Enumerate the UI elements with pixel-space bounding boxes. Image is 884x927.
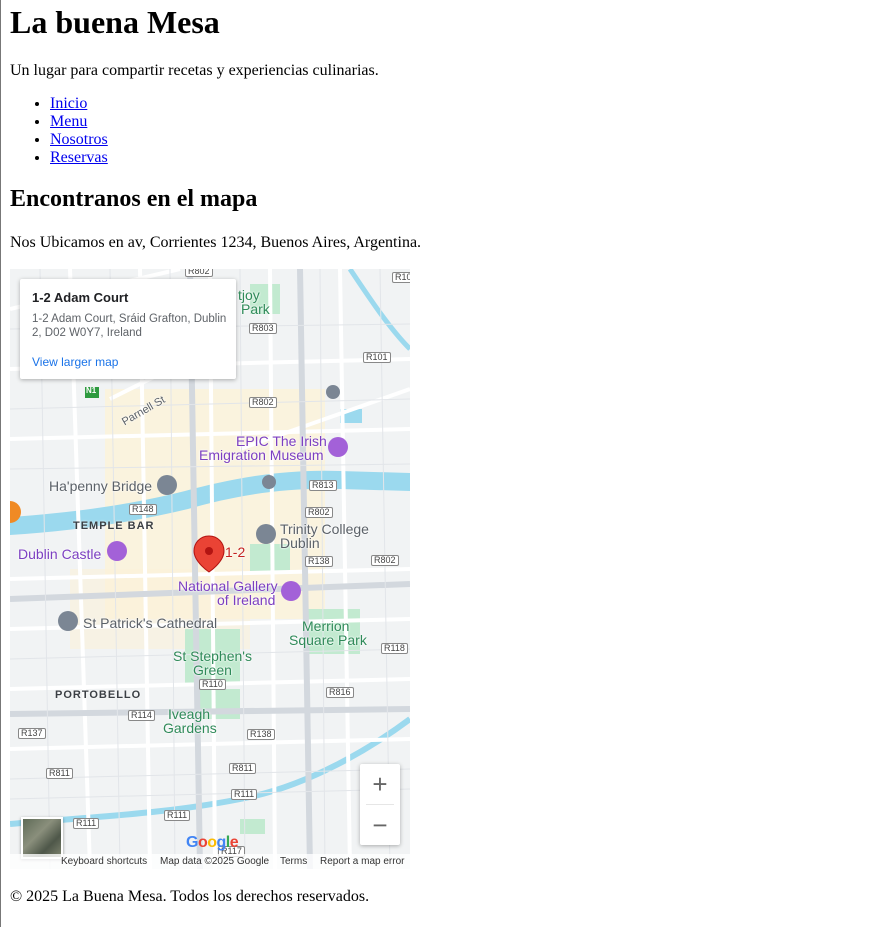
- road-r802-d: R802: [371, 555, 399, 566]
- nav-link-menu[interactable]: Menu: [50, 113, 87, 130]
- poi-st-stephens[interactable]: St Stephen's: [173, 649, 252, 663]
- road-r10: R10: [392, 272, 410, 283]
- road-r111-c: R111: [73, 818, 100, 829]
- poi-iveagh-line2[interactable]: Gardens: [163, 721, 217, 735]
- map-heading: Encontranos en el mapa: [10, 186, 258, 212]
- report-error-link[interactable]: Report a map error: [320, 856, 404, 867]
- poi-epic[interactable]: EPIC The Irish: [236, 434, 327, 448]
- nav-item-inicio: Inicio: [50, 95, 108, 113]
- poi-iveagh[interactable]: Iveagh: [168, 707, 210, 721]
- road-r118: R118: [381, 643, 408, 654]
- poi-epic-line2[interactable]: Emigration Museum: [199, 448, 324, 462]
- road-r111-b: R111: [164, 810, 191, 821]
- poi-mountjoy[interactable]: tjoy: [238, 288, 260, 302]
- road-r148: R148: [129, 504, 157, 515]
- road-r811: R811: [46, 768, 73, 779]
- district-portobello: PORTOBELLO: [55, 689, 142, 701]
- road-r803: R803: [249, 323, 277, 334]
- nav-link-nosotros[interactable]: Nosotros: [50, 131, 108, 148]
- road-r138-b: R138: [247, 729, 275, 740]
- zoom-in-button[interactable]: +: [360, 764, 400, 804]
- terms-link[interactable]: Terms: [280, 856, 307, 867]
- nav-link-reservas[interactable]: Reservas: [50, 149, 108, 166]
- poi-trinity[interactable]: Trinity College: [280, 522, 369, 536]
- nav-item-menu: Menu: [50, 113, 108, 131]
- road-r802-b: R802: [249, 397, 277, 408]
- map-attribution-bar: Keyboard shortcuts Map data ©2025 Google…: [10, 854, 410, 869]
- poi-merrion[interactable]: Merrion: [302, 619, 349, 633]
- road-r114: R114: [128, 710, 155, 721]
- poi-st-stephens-line2[interactable]: Green: [193, 663, 232, 677]
- place-info-card: 1-2 Adam Court 1-2 Adam Court, Sráid Gra…: [20, 279, 236, 379]
- embedded-map[interactable]: EPIC The Irish Emigration Museum Ha'penn…: [10, 269, 410, 869]
- view-larger-map-link[interactable]: View larger map: [32, 355, 118, 369]
- road-r811-b: R811: [229, 763, 256, 774]
- road-r111: R111: [231, 789, 258, 800]
- place-address: 1-2 Adam Court, Sráid Grafton, Dublin 2,…: [32, 313, 227, 339]
- tagline: Un lugar para compartir recetas y experi…: [10, 62, 379, 79]
- poi-national-gallery-line2[interactable]: of Ireland: [217, 593, 275, 607]
- district-temple-bar: TEMPLE BAR: [73, 520, 155, 532]
- poi-mountjoy-line2[interactable]: Park: [241, 302, 270, 316]
- road-r110: R110: [199, 679, 226, 690]
- poi-st-patricks[interactable]: St Patrick's Cathedral: [83, 616, 217, 630]
- poi-dublin-castle[interactable]: Dublin Castle: [18, 547, 101, 561]
- road-r138: R138: [305, 556, 333, 567]
- nav-item-reservas: Reservas: [50, 149, 108, 167]
- poi-merrion-line2[interactable]: Square Park: [289, 633, 367, 647]
- nav-link-inicio[interactable]: Inicio: [50, 95, 87, 112]
- road-r137: R137: [18, 728, 46, 739]
- pin-label: 1-2: [225, 544, 246, 560]
- poi-national-gallery[interactable]: National Gallery: [178, 579, 278, 593]
- place-title: 1-2 Adam Court: [32, 290, 129, 305]
- zoom-out-button[interactable]: −: [360, 805, 400, 845]
- nav-item-nosotros: Nosotros: [50, 131, 108, 149]
- address-text: Nos Ubicamos en av, Corrientes 1234, Bue…: [10, 234, 422, 251]
- google-logo: Google: [186, 834, 239, 851]
- page-footer: © 2025 La Buena Mesa. Todos los derechos…: [10, 888, 370, 905]
- map-data-text: Map data ©2025 Google: [160, 856, 270, 867]
- road-r101: R101: [363, 352, 391, 363]
- road-r802-c: R802: [305, 507, 333, 518]
- satellite-toggle[interactable]: [21, 817, 63, 859]
- site-title: La buena Mesa: [10, 4, 220, 40]
- poi-hapenny-bridge[interactable]: Ha'penny Bridge: [49, 479, 152, 493]
- poi-trinity-line2[interactable]: Dublin: [280, 536, 320, 550]
- zoom-controls: + −: [360, 764, 400, 845]
- road-r802: R802: [185, 269, 213, 277]
- road-r813: R813: [309, 480, 337, 491]
- keyboard-shortcuts-button[interactable]: Keyboard shortcuts: [61, 856, 147, 867]
- route-n1: N1: [86, 386, 97, 395]
- road-r816: R816: [326, 687, 354, 698]
